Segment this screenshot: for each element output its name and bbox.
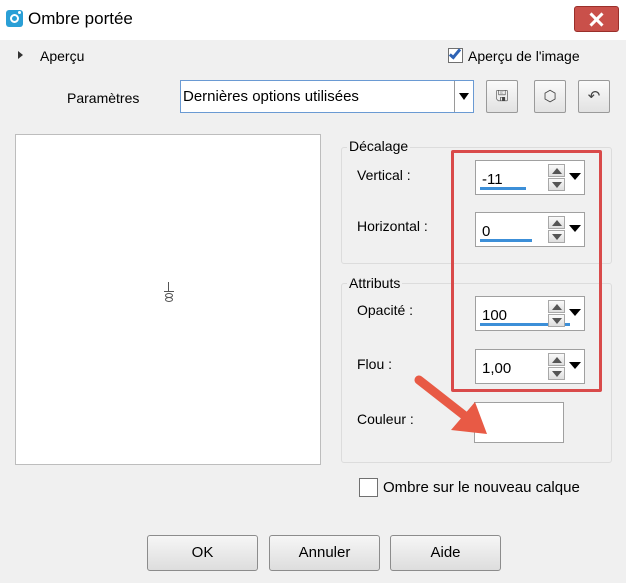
red-arrow-annotation [414,375,487,434]
opacite-label: Opacité : [357,302,414,318]
close-button[interactable] [574,6,619,32]
apercu-image-label[interactable]: Aperçu de l'image [468,48,580,64]
preset-value: Dernières options utilisées [183,88,359,105]
reset-icon: ↶ [587,88,601,105]
parametres-label: Paramètres [67,90,140,106]
highlight-annotation [451,150,602,392]
apercu-label[interactable]: Aperçu [40,48,84,64]
camera-icon [6,10,23,27]
preset-dropdown[interactable]: Dernières options utilisées [180,80,474,113]
new-layer-checkbox[interactable] [359,478,378,497]
new-layer-label[interactable]: Ombre sur le nouveau calque [383,479,580,496]
checkmark-icon [448,46,462,60]
load-preset-icon: ⬡ [543,88,557,105]
horizontal-label: Horizontal : [357,218,428,234]
save-preset-button[interactable]: 🖫 [486,80,518,113]
attributs-title: Attributs [347,275,403,291]
ok-button[interactable]: OK [147,535,258,571]
flou-label: Flou : [357,356,393,372]
load-preset-button[interactable]: ⬡ [534,80,566,113]
expand-arrow-icon[interactable] [18,51,23,59]
dropdown-arrow-button[interactable] [454,81,473,112]
pan-crosshair-icon [163,282,175,304]
decalage-title: Décalage [347,138,411,154]
apercu-image-checkbox[interactable] [448,46,463,63]
cancel-button[interactable]: Annuler [269,535,380,571]
reset-preset-button[interactable]: ↶ [578,80,610,113]
vertical-label: Vertical : [357,167,411,183]
save-icon: 🖫 [495,88,509,105]
help-button[interactable]: Aide [390,535,501,571]
window-title: Ombre portée [28,9,133,28]
chevron-down-icon [459,93,469,100]
